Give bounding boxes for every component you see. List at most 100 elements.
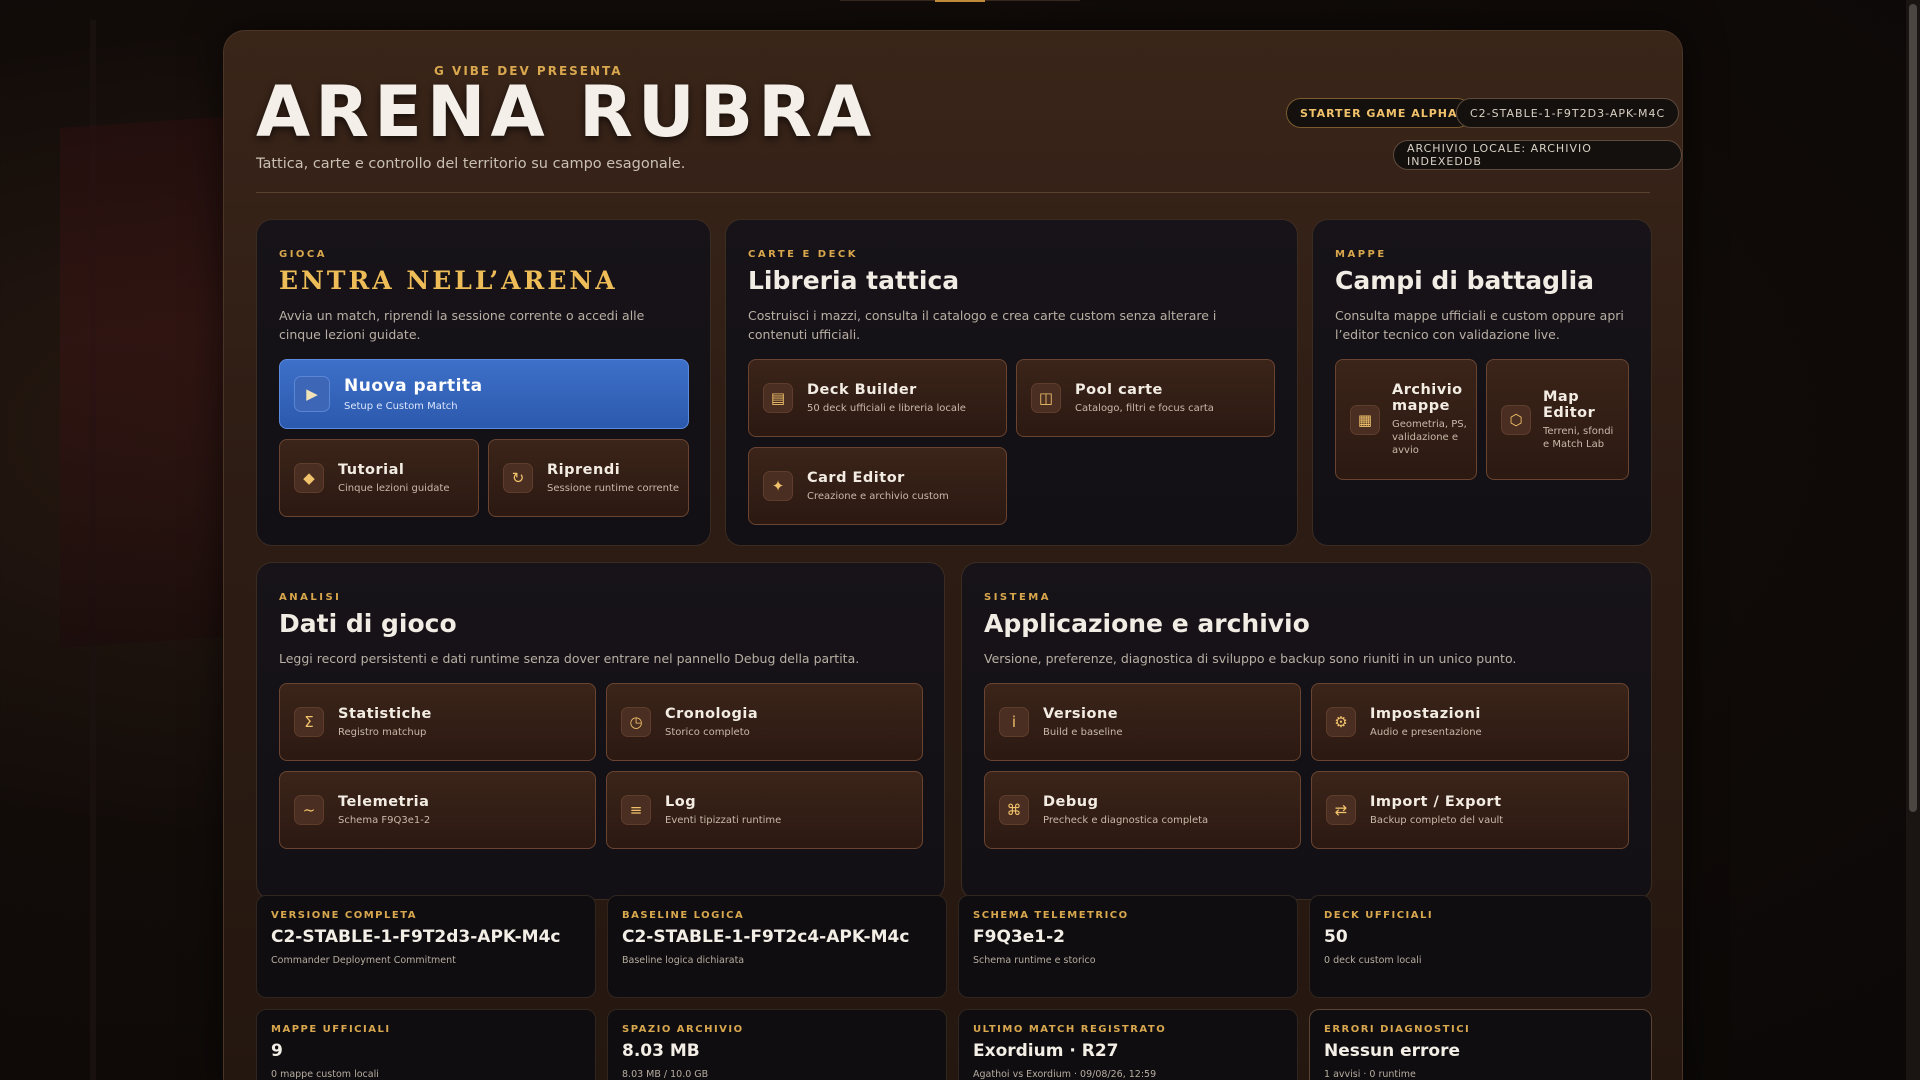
map-archive-button[interactable]: ▦ Archivio mappe Geometria, PS, validazi…	[1335, 359, 1477, 480]
stat-value: 50	[1324, 927, 1348, 947]
log-button[interactable]: ≡ Log Eventi tipizzati runtime	[606, 771, 923, 849]
tutorial-sub: Cinque lezioni guidate	[338, 482, 450, 494]
maps-kicker: MAPPE	[1335, 249, 1387, 260]
badge-archive: ARCHIVIO LOCALE: ARCHIVIO INDEXEDDB	[1393, 140, 1682, 170]
stat-card: SPAZIO ARCHIVIO 8.03 MB 8.03 MB / 10.0 G…	[607, 1009, 947, 1080]
resume-label: Riprendi	[547, 461, 621, 478]
settings-button[interactable]: ⚙ Impostazioni Audio e presentazione	[1311, 683, 1629, 761]
clock-icon: ◷	[621, 707, 651, 737]
badge-build: C2-STABLE-1-F9T2D3-APK-M4C	[1456, 98, 1680, 128]
card-editor-label: Card Editor	[807, 469, 905, 486]
stat-sub: 1 avvisi · 0 runtime	[1324, 1069, 1416, 1080]
telemetry-label: Telemetria	[338, 793, 430, 810]
map-archive-sub: Geometria, PS, validazione e avvio	[1392, 419, 1467, 456]
telemetry-sub: Schema F9Q3e1-2	[338, 814, 431, 826]
system-kicker: SISTEMA	[984, 592, 1051, 603]
scrollbar-thumb[interactable]	[1909, 4, 1917, 812]
statistics-button[interactable]: Σ Statistiche Registro matchup	[279, 683, 596, 761]
cards-desc: Costruisci i mazzi, consulta il catalogo…	[748, 308, 1217, 342]
gear-icon: ⚙	[1326, 707, 1356, 737]
import-export-label: Import / Export	[1370, 793, 1502, 810]
map-editor-button[interactable]: ⬡ Map Editor Terreni, sfondi e Match Lab	[1486, 359, 1629, 480]
cards-panel: CARTE E DECK Libreria tattica Costruisci…	[725, 219, 1298, 546]
debug-label: Debug	[1043, 793, 1099, 810]
stat-card: VERSIONE COMPLETA C2-STABLE-1-F9T2d3-APK…	[256, 895, 596, 998]
stat-sub: 0 deck custom locali	[1324, 955, 1422, 966]
badge-starter: STARTER GAME ALPHA	[1286, 98, 1472, 128]
maps-desc: Consulta mappe ufficiali e custom oppure…	[1335, 308, 1624, 342]
play-kicker: GIOCA	[279, 249, 328, 260]
stat-card: MAPPE UFFICIALI 9 0 mappe custom locali	[256, 1009, 596, 1080]
stat-sub: Baseline logica dichiarata	[622, 955, 745, 966]
settings-label: Impostazioni	[1370, 705, 1481, 722]
wave-icon: ~	[294, 795, 324, 825]
deck-builder-button[interactable]: ▤ Deck Builder 50 deck ufficiali e libre…	[748, 359, 1007, 437]
debug-button[interactable]: ⌘ Debug Precheck e diagnostica completa	[984, 771, 1301, 849]
maps-title: Campi di battaglia	[1335, 266, 1595, 295]
stat-key: SCHEMA TELEMETRICO	[973, 910, 1129, 921]
play-desc: Avvia un match, riprendi la sessione cor…	[279, 308, 645, 342]
page-scrollbar[interactable]	[1906, 0, 1920, 1080]
cards-title: Libreria tattica	[748, 266, 960, 295]
map-archive-label: Archivio mappe	[1392, 382, 1463, 414]
sigma-icon: Σ	[294, 707, 324, 737]
telemetry-button[interactable]: ~ Telemetria Schema F9Q3e1-2	[279, 771, 596, 849]
cards-kicker: CARTE E DECK	[748, 249, 858, 260]
map-editor-label: Map Editor	[1543, 388, 1596, 421]
top-decor-notch	[935, 0, 985, 2]
command-icon: ⌘	[999, 795, 1029, 825]
stat-sub: Schema runtime e storico	[973, 955, 1096, 966]
stat-key: DECK UFFICIALI	[1324, 910, 1434, 921]
system-desc: Versione, preferenze, diagnostica di svi…	[984, 651, 1517, 666]
log-sub: Eventi tipizzati runtime	[665, 814, 782, 826]
version-button[interactable]: i Versione Build e baseline	[984, 683, 1301, 761]
swap-icon: ⇄	[1326, 795, 1356, 825]
settings-sub: Audio e presentazione	[1370, 726, 1482, 738]
stat-key: ULTIMO MATCH REGISTRATO	[973, 1024, 1167, 1035]
stat-card: ULTIMO MATCH REGISTRATO Exordium · R27 A…	[958, 1009, 1298, 1080]
grid-icon: ▦	[1350, 404, 1380, 435]
stat-value: Nessun errore	[1324, 1041, 1461, 1061]
card-pool-label: Pool carte	[1075, 381, 1163, 398]
statistics-sub: Registro matchup	[338, 726, 427, 738]
diamond-icon: ◆	[294, 463, 324, 493]
stat-sub: Agathoi vs Exordium · 09/08/26, 12:59	[973, 1069, 1157, 1080]
card-pool-button[interactable]: ◫ Pool carte Catalogo, filtri e focus ca…	[1016, 359, 1275, 437]
debug-sub: Precheck e diagnostica completa	[1043, 814, 1209, 826]
statistics-label: Statistiche	[338, 705, 432, 722]
tutorial-label: Tutorial	[338, 461, 405, 478]
analysis-panel: ANALISI Dati di gioco Leggi record persi…	[256, 562, 945, 900]
stat-value: C2-STABLE-1-F9T2c4-APK-M4c	[622, 927, 910, 947]
new-match-sub: Setup e Custom Match	[344, 400, 458, 412]
deck-builder-sub: 50 deck ufficiali e libreria locale	[807, 402, 966, 414]
sparkle-icon: ✦	[763, 471, 793, 501]
log-label: Log	[665, 793, 697, 810]
header-divider	[256, 192, 1650, 193]
card-editor-button[interactable]: ✦ Card Editor Creazione e archivio custo…	[748, 447, 1007, 525]
new-match-button[interactable]: ▶ Nuova partita Setup e Custom Match	[279, 359, 689, 429]
import-export-button[interactable]: ⇄ Import / Export Backup completo del va…	[1311, 771, 1629, 849]
stat-value: 8.03 MB	[622, 1041, 700, 1061]
stat-card: BASELINE LOGICA C2-STABLE-1-F9T2c4-APK-M…	[607, 895, 947, 998]
stat-key: VERSIONE COMPLETA	[271, 910, 417, 921]
system-panel: SISTEMA Applicazione e archivio Versione…	[961, 562, 1652, 900]
resume-button[interactable]: ↻ Riprendi Sessione runtime corrente	[488, 439, 689, 517]
stat-sub: 0 mappe custom locali	[271, 1069, 379, 1080]
stat-value: F9Q3e1-2	[973, 927, 1065, 947]
list-icon: ≡	[621, 795, 651, 825]
version-label: Versione	[1043, 705, 1119, 722]
history-label: Cronologia	[665, 705, 759, 722]
card-pool-sub: Catalogo, filtri e focus carta	[1075, 402, 1214, 414]
resume-sub: Sessione runtime corrente	[547, 482, 680, 494]
hexagon-icon: ⬡	[1501, 404, 1531, 435]
history-button[interactable]: ◷ Cronologia Storico completo	[606, 683, 923, 761]
analysis-title: Dati di gioco	[279, 609, 457, 638]
tutorial-button[interactable]: ◆ Tutorial Cinque lezioni guidate	[279, 439, 479, 517]
stat-key: SPAZIO ARCHIVIO	[622, 1024, 744, 1035]
stat-value: Exordium · R27	[973, 1041, 1119, 1061]
stat-card: ERRORI DIAGNOSTICI Nessun errore 1 avvis…	[1309, 1009, 1652, 1080]
deck-icon: ▤	[763, 383, 793, 413]
card-editor-sub: Creazione e archivio custom	[807, 490, 949, 502]
analysis-desc: Leggi record persistenti e dati runtime …	[279, 651, 860, 666]
stat-key: BASELINE LOGICA	[622, 910, 745, 921]
